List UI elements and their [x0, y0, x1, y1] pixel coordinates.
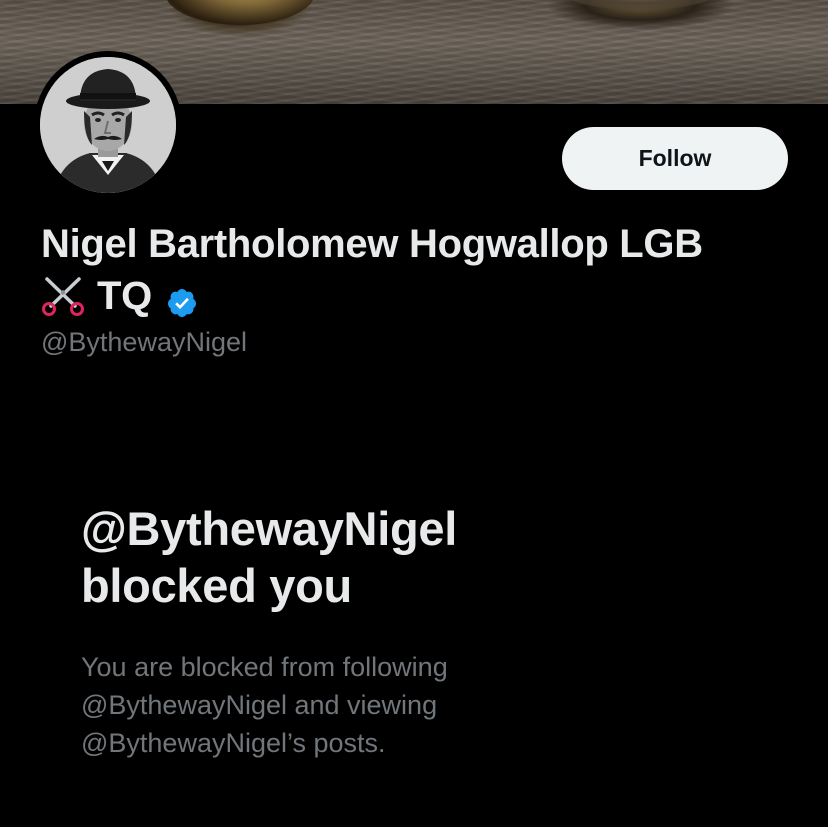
- verified-badge-icon[interactable]: [166, 280, 198, 317]
- display-name-line2: TQ: [97, 274, 152, 318]
- display-name: Nigel Bartholomew Hogwallop LGB TQ: [41, 218, 801, 322]
- profile-handle: @BythewayNigel: [41, 327, 247, 357]
- blocked-title: @BythewayNigel blocked you: [81, 500, 781, 614]
- avatar[interactable]: [34, 51, 182, 199]
- blocked-description-line2: @BythewayNigel and viewing: [81, 690, 438, 720]
- profile-page: Follow Nigel Bartholomew Hogwallop LGB T…: [0, 0, 828, 827]
- scissors-icon: [41, 276, 85, 316]
- avatar-photo: [40, 57, 176, 193]
- blocked-description-line3: @BythewayNigel’s posts.: [81, 728, 386, 758]
- follow-button[interactable]: Follow: [562, 127, 788, 190]
- banner-eye-left: [165, 0, 315, 25]
- blocked-description-line1: You are blocked from following: [81, 652, 448, 682]
- display-name-line1: Nigel Bartholomew Hogwallop LGB: [41, 222, 703, 266]
- blocked-title-text: blocked you: [81, 559, 352, 612]
- blocked-title-handle: @BythewayNigel: [81, 502, 457, 555]
- display-name-line2-row: TQ: [41, 270, 801, 322]
- blocked-description: You are blocked from following @Bytheway…: [81, 648, 721, 762]
- banner-eye-right: [560, 0, 720, 10]
